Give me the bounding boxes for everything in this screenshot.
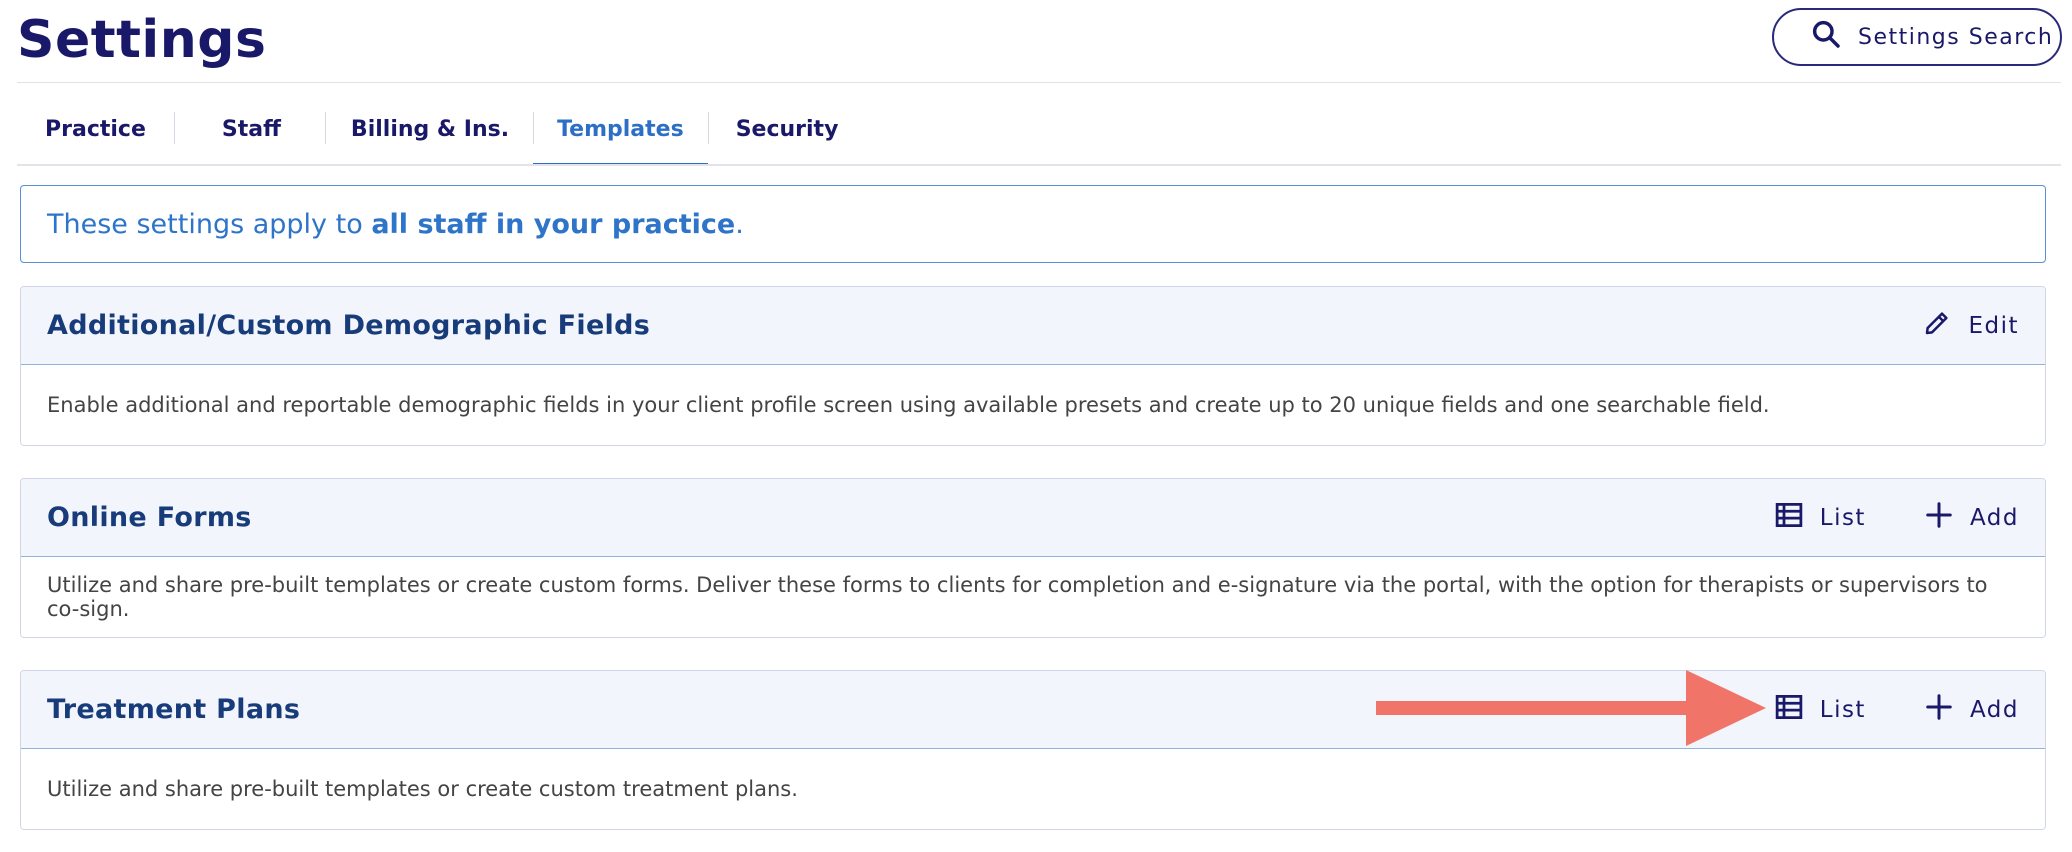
tabs-divider [17,164,2061,166]
section-header: Online Forms List Add [21,479,2045,557]
add-label: Add [1969,696,2019,723]
list-icon [1774,500,1804,536]
section-description: Utilize and share pre-built templates or… [21,557,2045,637]
section-description: Utilize and share pre-built templates or… [21,749,2045,829]
section-description: Enable additional and reportable demogra… [21,365,2045,445]
settings-page: Settings Settings Search Practice Staff … [0,0,2072,852]
settings-search-label: Settings Search [1858,24,2054,50]
tab-billing-ins[interactable]: Billing & Ins. [324,104,533,166]
list-button[interactable]: List [1774,692,1866,728]
info-banner: These settings apply to all staff in you… [20,185,2046,263]
section-title: Online Forms [47,502,252,533]
add-button[interactable]: Add [1924,692,2019,728]
section-demographic-fields: Additional/Custom Demographic Fields Edi… [20,286,2046,446]
settings-tabs: Practice Staff Billing & Ins. Templates … [17,104,866,166]
pencil-icon [1922,308,1952,344]
banner-emphasis: all staff in your practice [371,208,736,240]
list-button[interactable]: List [1774,500,1866,536]
section-header: Additional/Custom Demographic Fields Edi… [21,287,2045,365]
section-actions: List Add [1774,692,2019,728]
edit-button[interactable]: Edit [1922,308,2019,344]
tab-staff[interactable]: Staff [173,104,325,166]
banner-suffix: . [735,208,744,240]
search-icon [1810,18,1842,56]
add-button[interactable]: Add [1924,500,2019,536]
list-label: List [1819,696,1866,723]
tab-practice[interactable]: Practice [17,104,174,166]
section-actions: List Add [1774,500,2019,536]
arrow-right-icon [1376,670,1766,746]
settings-search-button[interactable]: Settings Search [1772,8,2062,66]
tab-security[interactable]: Security [707,104,867,166]
plus-icon [1924,500,1954,536]
page-title: Settings [17,10,267,70]
section-online-forms: Online Forms List Add Utilize and share … [20,478,2046,638]
header-divider [17,82,2061,83]
list-icon [1774,692,1804,728]
section-title: Additional/Custom Demographic Fields [47,310,651,341]
section-actions: Edit [1922,308,2019,344]
tab-templates[interactable]: Templates [533,104,708,166]
list-label: List [1819,504,1866,531]
add-label: Add [1969,504,2019,531]
section-title: Treatment Plans [47,694,301,725]
plus-icon [1924,692,1954,728]
banner-prefix: These settings apply to [47,208,372,240]
edit-label: Edit [1968,312,2019,339]
